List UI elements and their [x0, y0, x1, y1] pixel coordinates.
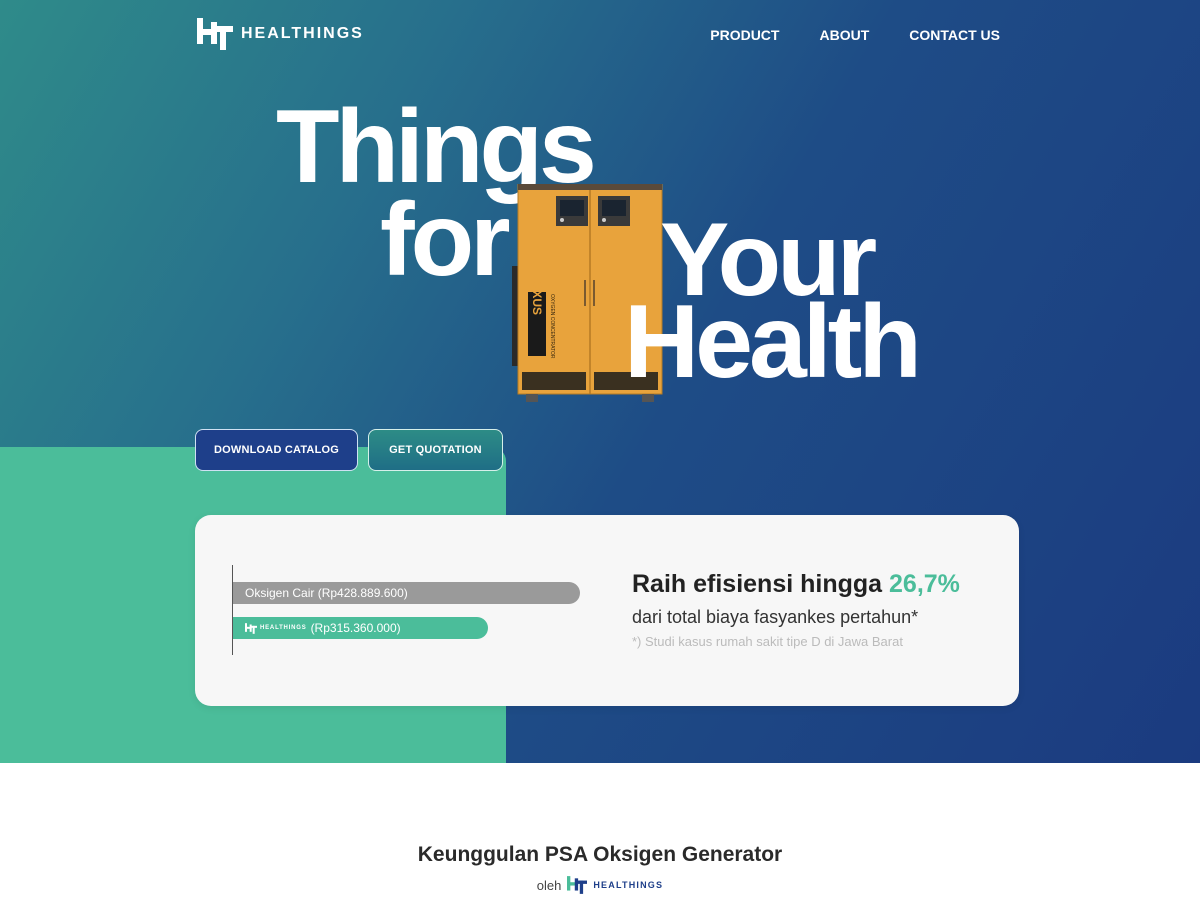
- efficiency-value: 26,7%: [889, 570, 960, 598]
- ht-mini-logo-icon: [245, 622, 257, 634]
- nav-product[interactable]: PRODUCT: [710, 27, 779, 43]
- byline-prefix: oleh: [536, 877, 562, 893]
- brand-logo[interactable]: HEALTHINGS: [197, 18, 364, 50]
- get-quotation-button[interactable]: GET QUOTATION: [368, 429, 503, 471]
- section-title: Keunggulan PSA Oksigen Generator: [417, 843, 783, 866]
- bar-label-liquid-oxygen: Oksigen Cair (Rp428.889.600): [245, 586, 408, 600]
- download-catalog-button[interactable]: DOWNLOAD CATALOG: [195, 429, 358, 471]
- device-sublabel: OXYGEN CONCENTRATOR: [549, 294, 555, 359]
- hero-section: HEALTHINGS PRODUCT ABOUT CONTACT US Thin…: [0, 0, 1200, 763]
- nav-contact-us[interactable]: CONTACT US: [909, 27, 1000, 43]
- efficiency-title: Raih efisiensi hingga 26,7%: [632, 570, 960, 599]
- bar-healthings: HEALTHINGS (Rp315.360.000): [233, 617, 489, 639]
- bar-label-healthings: (Rp315.360.000): [310, 621, 401, 635]
- chart-axis: [232, 565, 233, 655]
- ht-logo-icon: [197, 18, 233, 50]
- headline-for: for: [380, 182, 511, 298]
- efficiency-card: Oksigen Cair (Rp428.889.600) HEALTHINGS …: [195, 515, 1019, 706]
- efficiency-subtitle: dari total biaya fasyankes pertahun*: [632, 607, 919, 627]
- efficiency-title-prefix: Raih efisiensi hingga: [632, 570, 883, 598]
- bar-brand-name: HEALTHINGS: [260, 625, 307, 631]
- headline-health: Health: [624, 284, 922, 400]
- main-nav: PRODUCT ABOUT CONTACT US: [710, 27, 1000, 43]
- section-byline: oleh HEALTHINGS: [0, 876, 1200, 894]
- device-label: OXUS: [530, 281, 544, 315]
- bar-liquid-oxygen: Oksigen Cair (Rp428.889.600): [233, 582, 580, 604]
- ht-byline-logo-icon: [567, 876, 588, 894]
- bar-brand-logo: HEALTHINGS: [245, 622, 307, 634]
- efficiency-note: *) Studi kasus rumah sakit tipe D di Jaw…: [632, 634, 903, 649]
- brand-name: HEALTHINGS: [241, 25, 364, 42]
- nav-about[interactable]: ABOUT: [819, 27, 869, 43]
- byline-brand: HEALTHINGS: [593, 880, 664, 890]
